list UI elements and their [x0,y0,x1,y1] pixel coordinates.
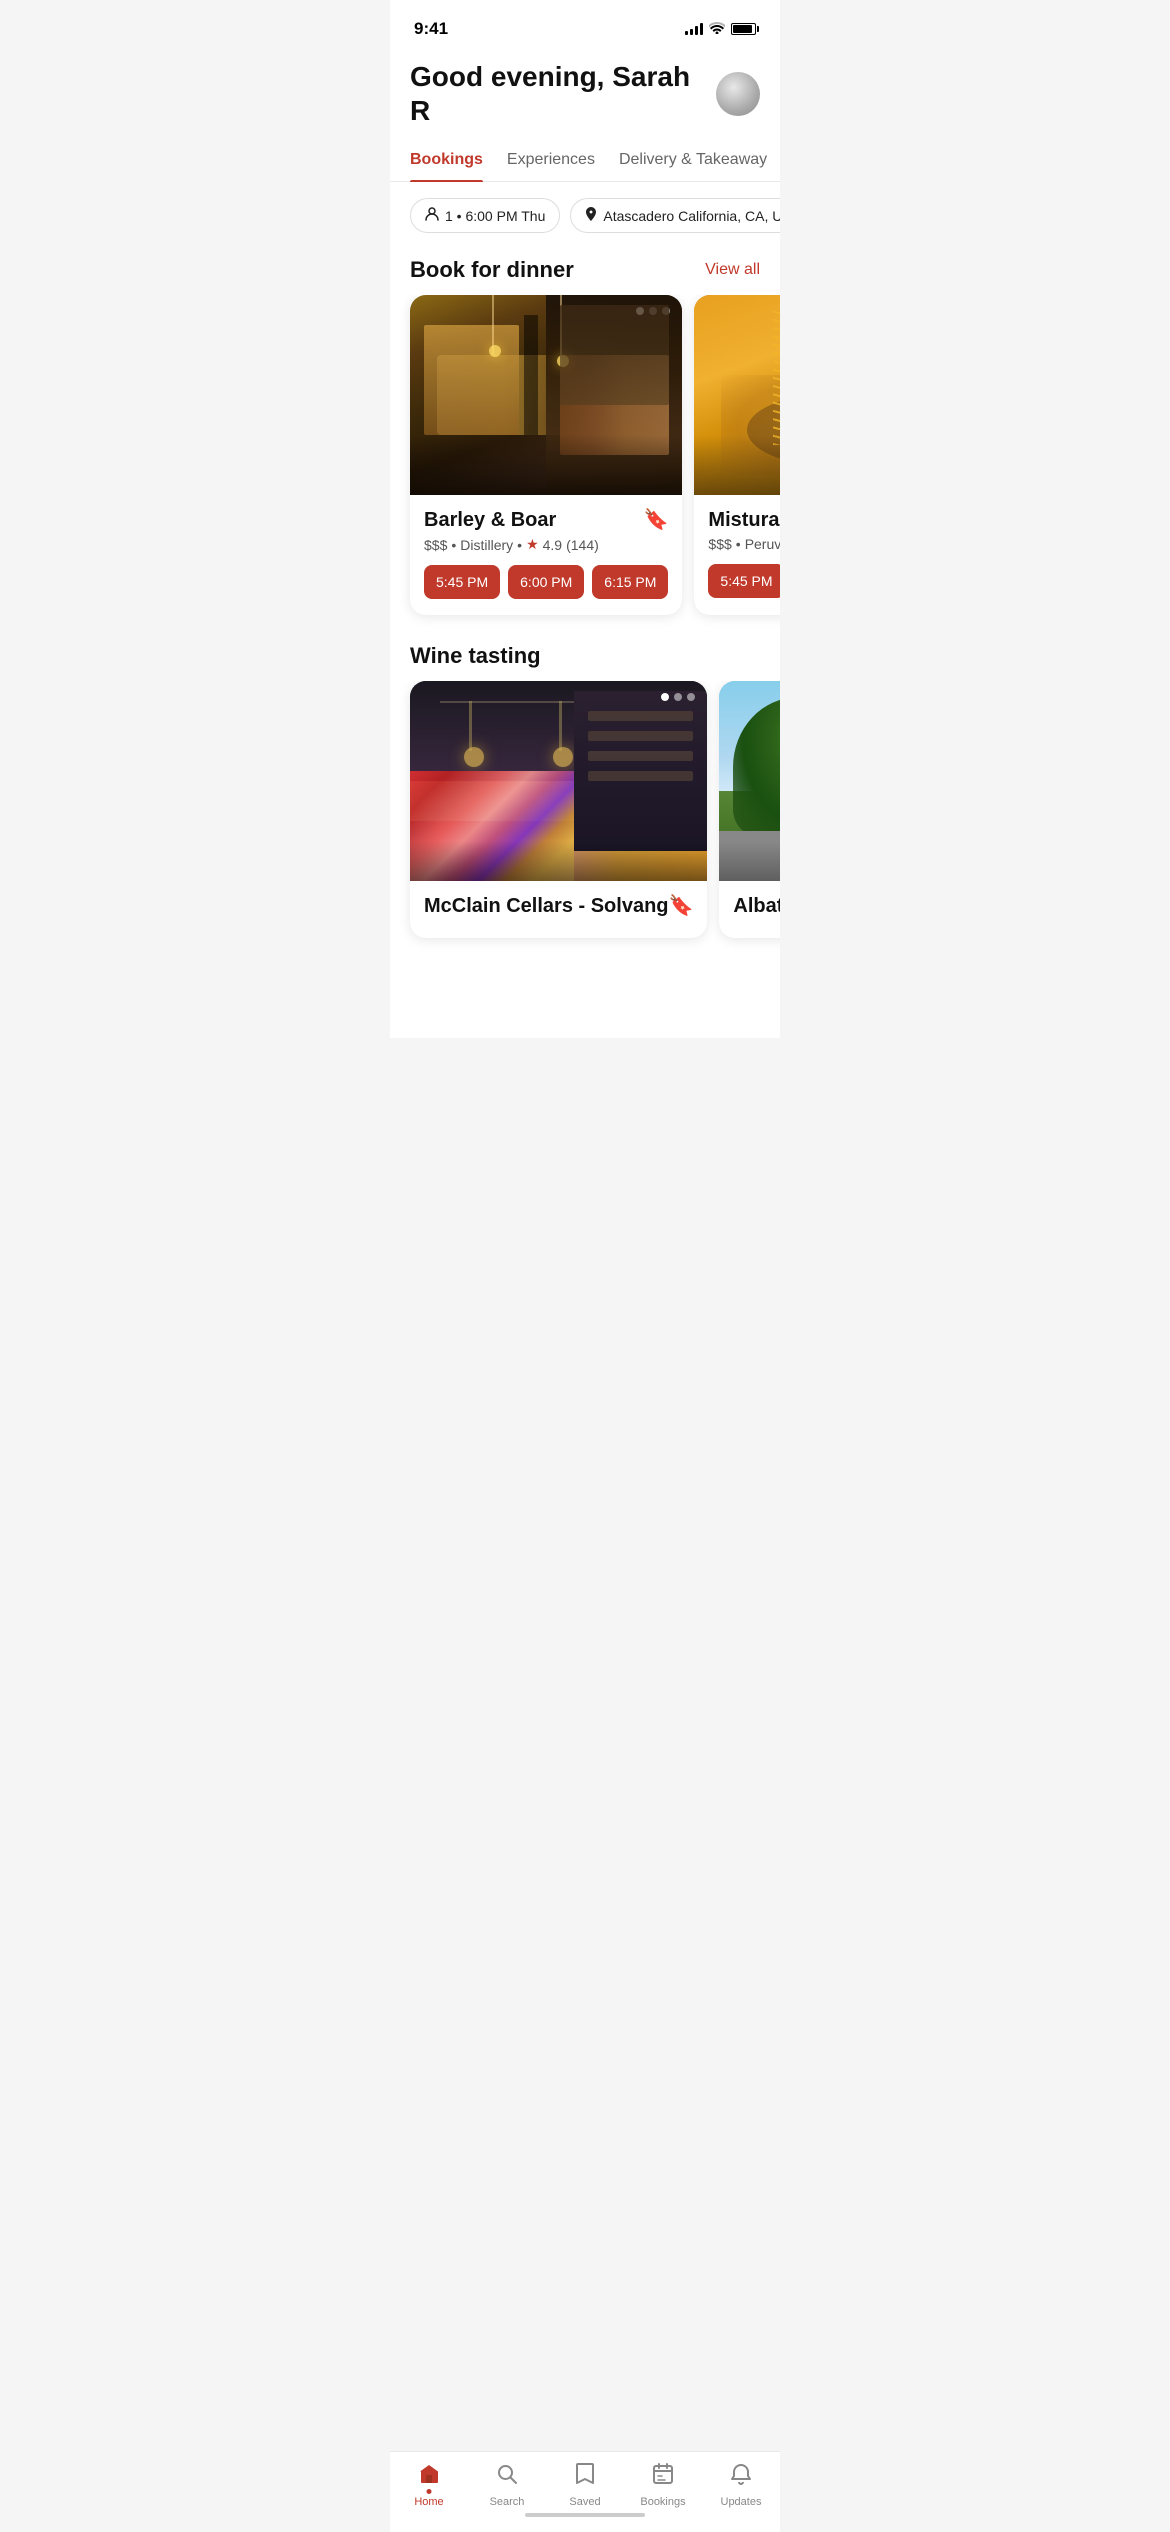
dot-3 [662,307,670,315]
barley-boar-meta: $$$ • Distillery • ★ 4.9 (144) [424,536,668,553]
albatross-name: Albatross Rid... [733,895,780,918]
barley-boar-body: Barley & Boar 🔖 $$$ • Distillery • ★ 4.9… [410,495,682,615]
card-barley-boar[interactable]: Barley & Boar 🔖 $$$ • Distillery • ★ 4.9… [410,295,682,615]
barley-boar-reviews: (144) [566,537,599,553]
header: Good evening, Sarah R [390,44,780,127]
barley-boar-type: Distillery [460,537,513,553]
star-icon: ★ [526,536,539,553]
dot-2 [649,307,657,315]
dinner-section-header: Book for dinner View all [390,249,780,295]
mistura-price: $$$ [708,536,731,552]
barley-boar-rating: 4.9 [543,537,562,553]
guests-filter[interactable]: 1 • 6:00 PM Thu [410,198,560,233]
card-albatross[interactable]: Albatross Rid... [719,681,780,938]
dinner-section-title: Book for dinner [410,257,574,283]
barley-boar-bookmark[interactable]: 🔖 [644,507,669,532]
card-mcclain[interactable]: McClain Cellars - Solvang 🔖 [410,681,707,938]
mistura-type: Peruvian [745,536,780,552]
albatross-image [719,681,780,881]
time-slot-615[interactable]: 6:15 PM [592,565,668,599]
avatar[interactable] [716,72,760,116]
tab-delivery[interactable]: Delivery & Takeaway [619,151,767,181]
battery-icon [731,23,756,35]
mcclain-dots [661,693,695,701]
barley-boar-image [410,295,682,495]
mcclain-bookmark[interactable]: 🔖 [669,893,694,918]
mcclain-image [410,681,707,881]
location-icon [585,207,597,224]
mistura-name: Mistura [708,509,779,532]
wine-section-header: Wine tasting [390,635,780,681]
status-bar: 9:41 [390,0,780,44]
category-tabs: Bookings Experiences Delivery & Takeaway [390,131,780,182]
tab-bookings[interactable]: Bookings [410,151,483,181]
dot-1 [661,693,669,701]
time-slot-600[interactable]: 6:00 PM [508,565,584,599]
greeting-text: Good evening, Sarah R [410,60,716,127]
wine-cards-scroll: McClain Cellars - Solvang 🔖 [390,681,780,958]
location-filter[interactable]: Atascadero California, CA, United St... [570,198,780,233]
mcclain-name: McClain Cellars - Solvang [424,895,669,918]
location-filter-label: Atascadero California, CA, United St... [603,208,780,224]
time-slot-545[interactable]: 5:45 PM [424,565,500,599]
mistura-body: Mistura 🔖 $$$ • Peruvian • 5:45 PM 6:... [694,495,780,614]
dot-1 [636,307,644,315]
mistura-times: 5:45 PM 6:... [708,564,780,598]
mistura-time-545[interactable]: 5:45 PM [708,564,780,598]
barley-boar-times: 5:45 PM 6:00 PM 6:15 PM [424,565,668,599]
mistura-meta: $$$ • Peruvian • [708,536,780,552]
card-mistura[interactable]: Mistura 🔖 $$$ • Peruvian • 5:45 PM 6:... [694,295,780,615]
guests-filter-label: 1 • 6:00 PM Thu [445,208,545,224]
filter-row: 1 • 6:00 PM Thu Atascadero California, C… [390,182,780,249]
barley-boar-price: $$$ [424,537,447,553]
barley-boar-name: Barley & Boar [424,509,556,532]
wifi-icon [709,21,725,37]
mcclain-body: McClain Cellars - Solvang 🔖 [410,881,707,938]
status-time: 9:41 [414,19,448,39]
status-icons [685,21,756,37]
dinner-view-all[interactable]: View all [705,261,760,279]
dinner-cards-scroll: Barley & Boar 🔖 $$$ • Distillery • ★ 4.9… [390,295,780,635]
mistura-image [694,295,780,495]
person-icon [425,207,439,224]
albatross-body: Albatross Rid... [719,881,780,938]
signal-icon [685,23,703,35]
dot-2 [674,693,682,701]
barley-boar-dots [636,307,670,315]
tab-experiences[interactable]: Experiences [507,151,595,181]
wine-section-title: Wine tasting [410,643,541,669]
dot-3 [687,693,695,701]
